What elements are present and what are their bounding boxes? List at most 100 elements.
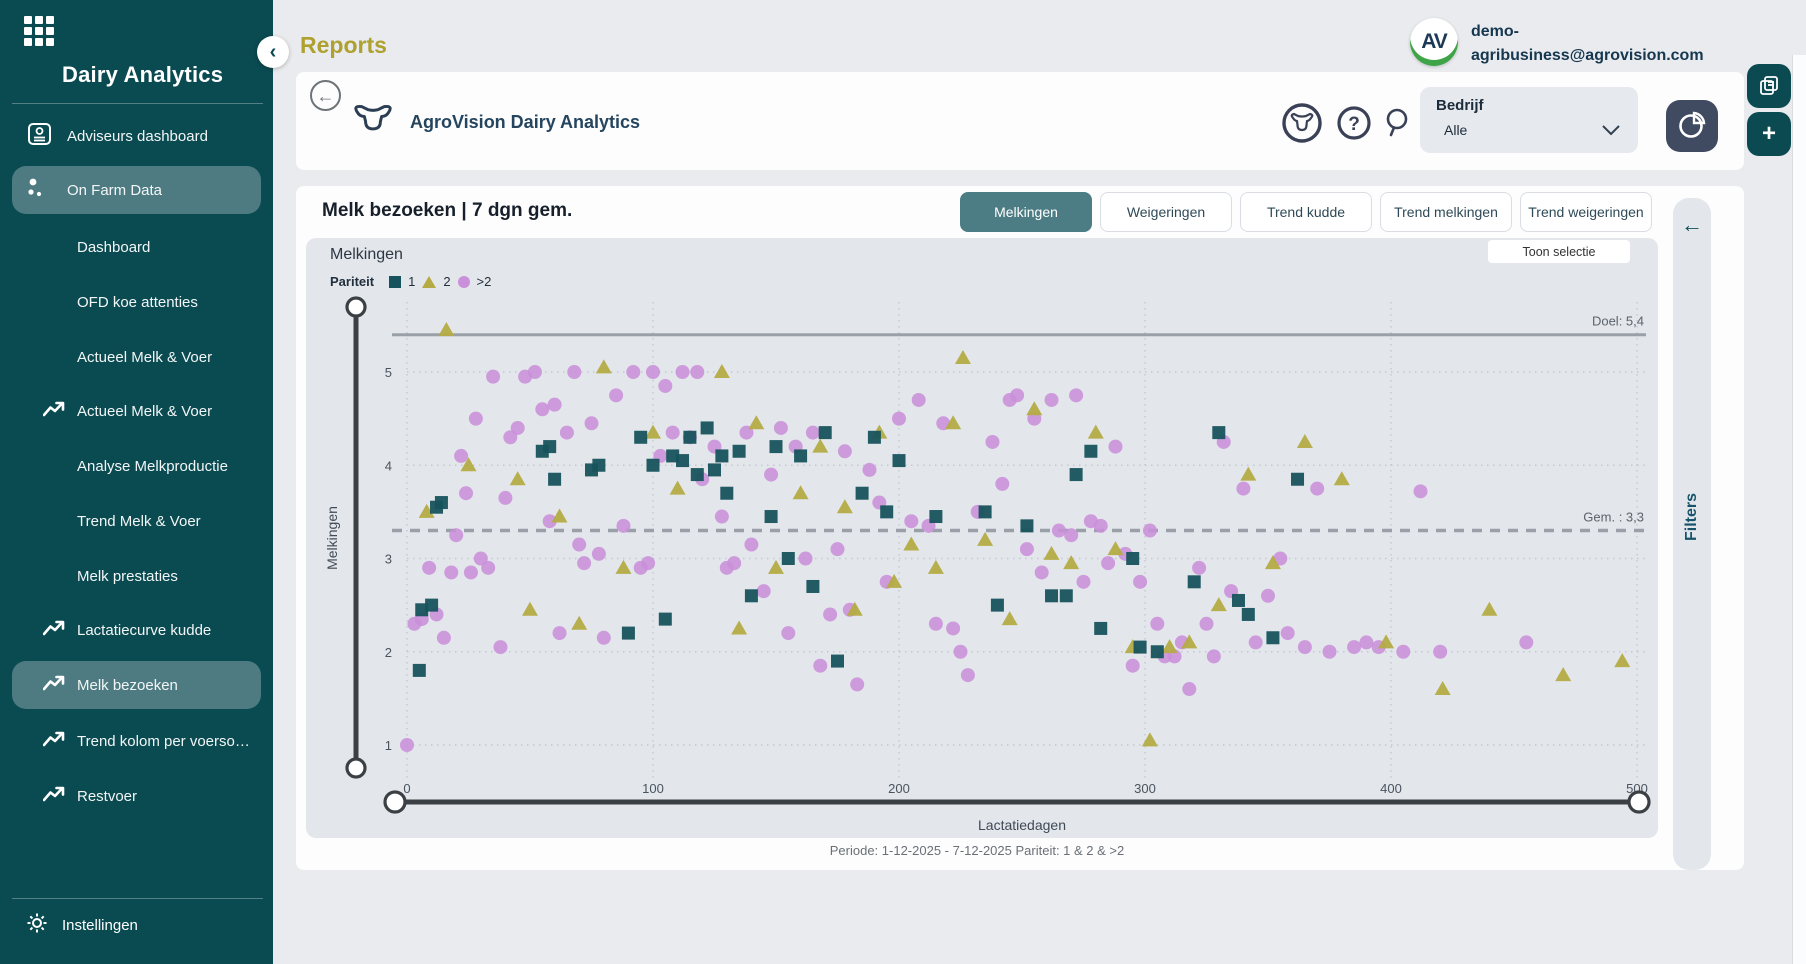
tab-trend-melkingen[interactable]: Trend melkingen — [1380, 192, 1512, 232]
sidebar-item-label: Adviseurs dashboard — [67, 128, 208, 145]
user-menu[interactable]: AV demo- agribusiness@agrovision.com — [1410, 18, 1704, 68]
sidebar-item-label: Melk prestaties — [77, 568, 178, 585]
toon-selectie-button[interactable]: Toon selectie — [1488, 240, 1630, 263]
sidebar-item-label: Actueel Melk & Voer — [77, 349, 212, 366]
report-title: Melk bezoeken | 7 dgn gem. — [322, 200, 572, 222]
tab-melkingen[interactable]: Melkingen — [960, 192, 1092, 232]
legend-label: 2 — [443, 274, 450, 289]
legend-square-marker — [389, 276, 401, 288]
sidebar-item-melk-bezoeken[interactable]: Melk bezoeken — [12, 661, 261, 709]
chart-panel: Melkingen Pariteit 1 2 >2 Toon selectie Doe… — [306, 238, 1658, 838]
x-slider-handle-right[interactable] — [1629, 792, 1649, 812]
svg-text:3: 3 — [385, 552, 392, 567]
chart-legend: Pariteit 1 2 >2 — [330, 274, 491, 289]
target-line-label: Doel: 5,4 — [1592, 314, 1644, 329]
trend-icon — [43, 786, 67, 807]
svg-text:200: 200 — [888, 781, 910, 796]
apps-grid-icon[interactable] — [24, 16, 56, 48]
sidebar-item-label: Trend Melk & Voer — [77, 513, 201, 530]
sidebar-item-on-farm-data[interactable]: On Farm Data — [12, 166, 261, 214]
dots-icon — [26, 177, 53, 203]
sidebar-item-label: Dashboard — [77, 239, 150, 256]
svg-text:?: ? — [1348, 114, 1360, 135]
bedrijf-select[interactable]: Bedrijf Alle — [1420, 87, 1638, 153]
cow-filter-icon[interactable] — [1279, 100, 1325, 146]
legend-label: >2 — [477, 274, 492, 289]
bedrijf-label: Bedrijf — [1436, 97, 1622, 114]
page-title: Reports — [300, 32, 387, 59]
sidebar-item-melk-prestaties[interactable]: Melk prestaties — [12, 553, 261, 599]
back-button[interactable]: ← — [310, 80, 341, 111]
search-icon[interactable] — [1376, 100, 1422, 146]
legend-title: Pariteit — [330, 274, 374, 289]
sidebar-item-lactatiecurve-kudde[interactable]: Lactatiecurve kudde — [12, 607, 261, 653]
toolbar-card: ← AgroVision Dairy Analytics ? Bedrijf A… — [296, 72, 1744, 170]
sidebar-item-actueel-melk-voer[interactable]: Actueel Melk & Voer — [12, 388, 261, 434]
y-slider-handle-bottom[interactable] — [347, 759, 365, 777]
chart-type-button[interactable] — [1666, 100, 1718, 152]
sidebar-item-label: Lactatiecurve kudde — [77, 622, 211, 639]
sidebar-item-label: OFD koe attenties — [77, 294, 198, 311]
trend-icon — [43, 675, 67, 696]
report-pages-icon — [1757, 73, 1781, 100]
sidebar-item-label: Actueel Melk & Voer — [77, 403, 212, 420]
sidebar-item-actueel-melk-voer[interactable]: Actueel Melk & Voer — [12, 334, 261, 380]
cow-logo-icon — [352, 104, 394, 139]
sidebar-item-restvoer[interactable]: Restvoer — [12, 773, 261, 819]
svg-text:300: 300 — [1134, 781, 1156, 796]
report-tabs: MelkingenWeigeringenTrend kuddeTrend mel… — [960, 192, 1652, 232]
sidebar-item-label: Melk bezoeken — [77, 677, 178, 694]
add-button[interactable]: + — [1747, 112, 1791, 156]
series-pariteit-1 — [413, 421, 1304, 676]
tab-trend-weigeringen[interactable]: Trend weigeringen — [1520, 192, 1652, 232]
sidebar-item-settings[interactable]: Instellingen — [26, 912, 138, 938]
sidebar-title: Dairy Analytics — [62, 62, 223, 88]
trend-icon — [43, 620, 67, 641]
sidebar-item-trend-kolom-per-voerso[interactable]: Trend kolom per voerso… — [12, 718, 261, 764]
filters-panel: ← Filters — [1673, 198, 1711, 870]
reports-library-button[interactable] — [1747, 64, 1791, 108]
svg-text:4: 4 — [385, 458, 392, 473]
svg-text:2: 2 — [385, 645, 392, 660]
sidebar-item-ofd-koe-attenties[interactable]: OFD koe attenties — [12, 279, 261, 325]
sidebar-item-label: On Farm Data — [67, 182, 162, 199]
legend-triangle-marker — [422, 276, 436, 288]
y-slider-handle-top[interactable] — [347, 298, 365, 316]
user-email-line2: agribusiness@agrovision.com — [1471, 44, 1704, 68]
right-edge-panel — [1792, 55, 1806, 964]
report-footer: Periode: 1-12-2025 - 7-12-2025 Pariteit:… — [296, 843, 1658, 858]
svg-text:5: 5 — [385, 365, 392, 380]
tab-trend-kudde[interactable]: Trend kudde — [1240, 192, 1372, 232]
sidebar-collapse-button[interactable]: ‹ — [257, 36, 289, 68]
legend-circle-marker — [458, 276, 470, 288]
sidebar-divider — [12, 103, 263, 104]
legend-label: 1 — [408, 274, 415, 289]
help-icon[interactable]: ? — [1331, 100, 1377, 146]
report-card: Melk bezoeken | 7 dgn gem. MelkingenWeig… — [296, 186, 1744, 870]
scatter-plot: Doel: 5,4Gem. : 3,3123450100200300400500… — [306, 238, 1658, 838]
chart-title: Melkingen — [330, 246, 403, 264]
id-card-icon — [26, 122, 53, 150]
sidebar-divider — [12, 898, 263, 899]
average-line-label: Gem. : 3,3 — [1583, 510, 1644, 525]
svg-text:1: 1 — [385, 738, 392, 753]
sidebar-item-label: Trend kolom per voerso… — [77, 733, 250, 750]
sidebar-item-analyse-melkproductie[interactable]: Analyse Melkproductie — [12, 443, 261, 489]
filters-label[interactable]: Filters — [1683, 493, 1701, 541]
bedrijf-value: Alle — [1444, 122, 1622, 138]
svg-text:400: 400 — [1380, 781, 1402, 796]
settings-label: Instellingen — [62, 917, 138, 934]
sidebar-item-dashboard[interactable]: Dashboard — [12, 224, 261, 270]
sidebar: Dairy Analytics Adviseurs dashboard On Fa… — [0, 0, 273, 964]
user-email: demo- agribusiness@agrovision.com — [1471, 18, 1704, 68]
trend-icon — [43, 401, 67, 422]
chevron-down-icon — [1602, 123, 1620, 139]
sidebar-item-trend-melk-voer[interactable]: Trend Melk & Voer — [12, 498, 261, 544]
expand-filters-icon[interactable]: ← — [1673, 212, 1711, 238]
sidebar-item-label: Analyse Melkproductie — [77, 458, 228, 475]
tab-weigeringen[interactable]: Weigeringen — [1100, 192, 1232, 232]
sidebar-item-adviseurs-dashboard[interactable]: Adviseurs dashboard — [12, 113, 261, 159]
y-axis-label: Melkingen — [324, 506, 340, 570]
trend-icon — [43, 731, 67, 752]
x-slider-handle-left[interactable] — [385, 792, 405, 812]
